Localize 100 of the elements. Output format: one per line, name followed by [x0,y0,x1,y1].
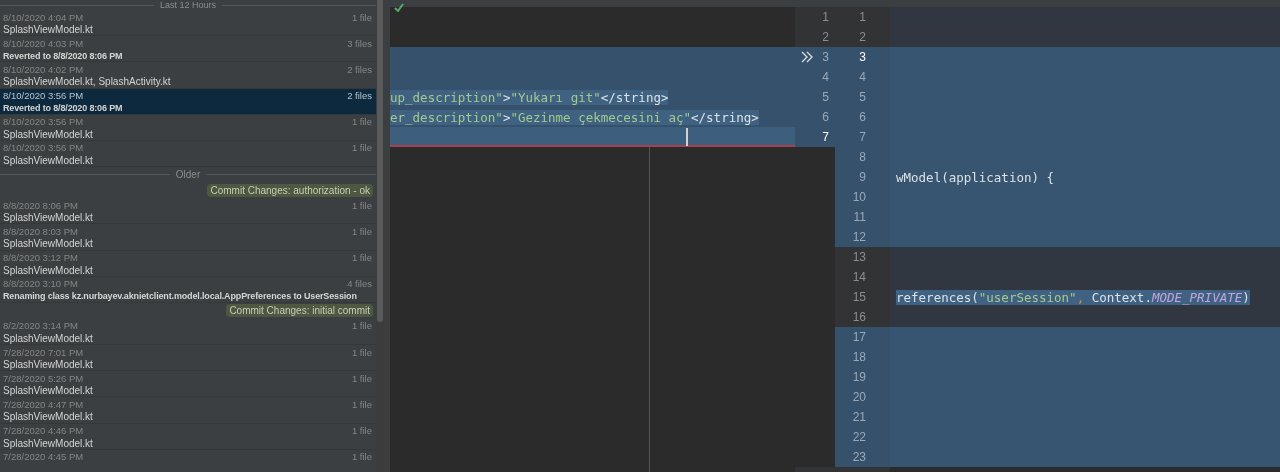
history-entry[interactable]: 8/10/2020 3:56 PM 1 file SplashViewModel.kt [0,140,376,168]
entry-date: 7/28/2020 4:45 PM [3,451,85,463]
line-number: 15 [851,289,867,306]
history-entry[interactable]: 8/8/2020 8:06 PM 1 file SplashViewModel.kt [0,198,376,225]
entry-title: SplashViewModel.kt [3,238,94,250]
line-number: 8 [835,147,890,167]
entry-date: 8/10/2020 3:56 PM [3,90,85,102]
line-number: 1 [821,9,830,26]
entry-title: SplashViewModel.kt [3,385,94,397]
entry-title: SplashViewModel.kt [3,128,94,140]
entry-date: 7/28/2020 4:47 PM [3,398,85,410]
history-entry[interactable]: 7/28/2020 4:46 PM 1 file SplashViewModel.kt [0,423,376,450]
history-entry[interactable]: 8/2/2020 3:14 PM 1 file SplashViewModel.kt [0,318,376,346]
history-entry[interactable]: 7/28/2020 4:47 PM 1 file SplashViewModel.kt [0,397,376,424]
history-entry[interactable]: 8/8/2020 3:12 PM 1 file SplashViewModel.kt [0,250,376,277]
entry-title: Renaming class kz.nurbayev.aknietclient.model.local.AppPreferences to UserSession [3,291,358,302]
entry-date: 8/8/2020 3:10 PM [3,278,79,290]
line-number: 18 [835,347,890,367]
history-entry[interactable]: 7/28/2020 7:01 PM 1 file SplashViewModel.kt [0,345,376,372]
entry-title: SplashViewModel.kt [3,264,94,276]
double-chevron-icon[interactable] [801,51,814,63]
history-entry[interactable]: 8/8/2020 8:03 PM 1 file SplashViewModel.kt [0,224,376,251]
line-number: 20 [835,387,890,407]
line-number: 6 [835,107,890,127]
line-number: 2 [858,29,867,46]
entry-title: SplashViewModel.kt [3,411,94,423]
line-number: 11 [835,207,890,227]
entry-title: SplashViewModel.kt, SplashActivity.kt [3,76,172,88]
file-count: 1 file [351,398,372,410]
entry-title: Reverted to 8/8/2020 8:06 PM [3,50,124,61]
file-count: 1 file [351,372,372,384]
entry-date: 7/28/2020 7:01 PM [3,346,85,358]
entry-date: 8/8/2020 8:03 PM [3,225,79,237]
history-entry[interactable]: 7/28/2020 5:26 PM 1 file SplashViewModel.kt [0,371,376,398]
line-number: 1 [858,9,867,26]
file-count: 1 file [351,199,372,211]
line-number: 22 [835,427,890,447]
file-count: 2 files [347,90,372,102]
code-line: references("userSession", Context.MODE_PRIVATE) [895,288,1251,307]
line-number: 5 [795,87,835,107]
line-number: 9 [835,167,890,187]
entry-date: 8/8/2020 3:12 PM [3,252,79,263]
file-count: 1 file [351,252,372,263]
file-count: 2 files [347,63,372,75]
scrollbar-thumb[interactable] [377,0,383,322]
line-number: 6 [795,107,835,127]
entry-date: 8/10/2020 4:03 PM [3,37,85,49]
line-number: 17 [835,327,890,347]
line-number: 5 [835,87,890,107]
line-number: 21 [835,407,890,427]
entry-date: 8/10/2020 4:02 PM [3,63,85,75]
history-entry[interactable]: 8/10/2020 4:04 PM 1 file SplashViewModel.kt [0,10,376,37]
entry-date: 8/2/2020 3:14 PM [3,320,79,332]
entry-title: SplashViewModel.kt [3,154,94,166]
line-number: 7 [835,127,890,147]
group-header: Last 12 Hours [160,0,216,10]
entry-date: 8/10/2020 4:04 PM [3,11,85,23]
code-line: wModel(application) { [895,168,1056,187]
entry-date: 7/28/2020 5:26 PM [3,372,85,384]
history-entry[interactable]: 8/8/2020 3:10 PM 4 files Renaming class kz.nurbayev.aknietclient.model.local.AppPreferences to UserSession [0,276,376,303]
file-count: 1 file [351,11,372,23]
entry-date: 8/8/2020 8:06 PM [3,199,79,211]
entry-date: 8/10/2020 3:56 PM [3,142,85,154]
line-number: 12 [835,227,890,247]
file-count: 1 file [351,451,372,463]
entry-date: 8/10/2020 3:56 PM [3,116,85,128]
entry-date: 7/28/2020 4:46 PM [3,425,85,437]
commit-label: Commit Changes: initial commit [226,304,373,318]
file-count: 1 file [351,225,372,237]
history-entry[interactable]: 8/10/2020 4:02 PM 2 files SplashViewModel.kt, SplashActivity.kt [0,62,376,89]
history-entry[interactable]: 8/10/2020 3:56 PM 1 file SplashViewModel.kt [0,114,376,141]
file-count: 4 files [347,278,372,290]
entry-title: SplashViewModel.kt [3,212,94,224]
code-line: up_description">"Yukarı git"</string> [390,88,670,107]
history-entry[interactable]: 8/10/2020 3:56 PM 2 files Reverted to 8/8/2020 8:06 PM [0,88,376,115]
line-number: 7 [795,127,835,147]
line-number: 2 [821,29,830,46]
commit-label: Commit Changes: authorization - ok [207,183,373,197]
check-icon [394,3,404,12]
line-number: 3 [835,47,890,67]
file-count: 1 file [351,320,372,332]
entry-title: SplashViewModel.kt [3,24,94,35]
line-number: 4 [835,67,890,87]
file-count: 3 files [347,37,372,49]
file-count: 1 file [351,142,372,154]
entry-title: SplashViewModel.kt [3,332,94,344]
code-line: er_description">"Gezinme çekmecesini aç"</string> [390,108,760,127]
entry-title: SplashViewModel.kt [3,359,94,371]
file-count: 1 file [351,346,372,358]
line-number: 23 [835,447,890,467]
history-entry[interactable]: 8/10/2020 4:03 PM 3 files Reverted to 8/8/2020 8:06 PM [0,36,376,63]
line-number: 14 [851,269,867,286]
file-count: 1 file [351,425,372,437]
line-number: 4 [795,67,835,87]
line-number: 19 [835,367,890,387]
line-number: 16 [851,309,867,326]
group-header: Older [175,169,201,181]
line-number: 3 [795,47,835,67]
line-number: 13 [851,249,867,266]
entry-title: Reverted to 8/8/2020 8:06 PM [3,103,124,114]
